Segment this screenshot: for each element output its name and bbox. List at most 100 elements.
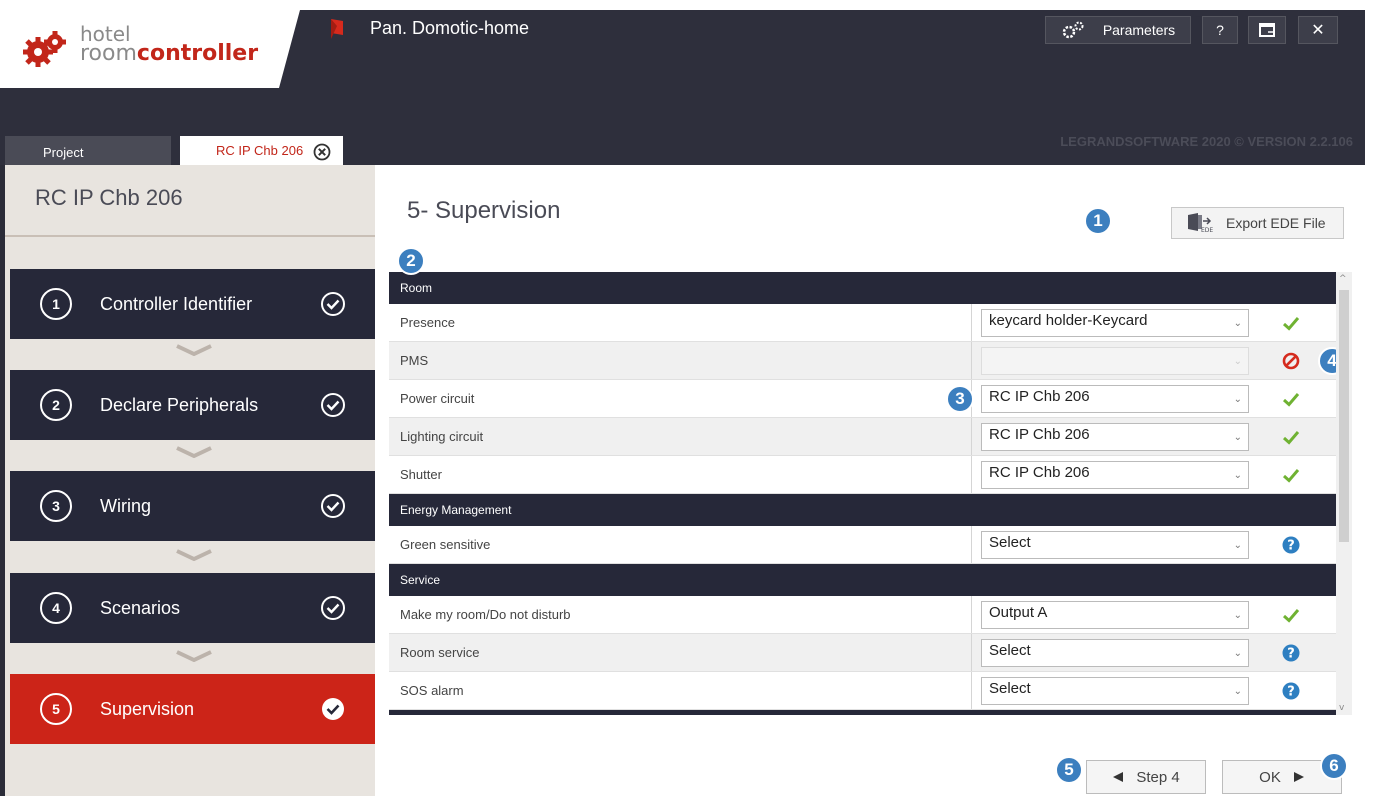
tab-project[interactable]: Project xyxy=(5,136,171,165)
table-row-room-service: Room service Select ⌄ ? xyxy=(389,634,1336,672)
help-label: ? xyxy=(1216,22,1224,38)
export-ede-button[interactable]: EDE Export EDE File xyxy=(1171,207,1344,239)
step-wiring[interactable]: 3 Wiring xyxy=(10,471,378,541)
step-supervision[interactable]: 5 Supervision xyxy=(10,674,378,744)
table-row-power-circuit: Power circuit RC IP Chb 206 ⌄ 3 xyxy=(389,380,1336,418)
chevron-down-icon: ⌄ xyxy=(1233,647,1242,659)
row-label: Green sensitive xyxy=(389,526,972,563)
help-icon[interactable]: ? xyxy=(1281,643,1301,663)
gears-icon xyxy=(1062,21,1084,39)
tab-project-label: Project xyxy=(43,145,84,160)
triangle-left-icon xyxy=(1113,772,1124,782)
tab-rc-ip-chb-206[interactable]: RC IP Chb 206 xyxy=(180,136,343,165)
main-panel: 5- Supervision 1 EDE Export EDE File 2 R… xyxy=(375,165,1365,796)
step-label: Controller Identifier xyxy=(100,293,253,314)
check-circle-icon xyxy=(321,596,345,620)
table-row-presence: Presence keycard holder-Keycard ⌄ xyxy=(389,304,1336,342)
row-label: PMS xyxy=(389,342,972,379)
select-value: RC IP Chb 206 xyxy=(989,387,1090,405)
sos-alarm-select[interactable]: Select ⌄ xyxy=(981,676,1249,705)
scroll-up-icon[interactable]: ^ xyxy=(1339,274,1347,284)
table-scrollbar[interactable]: ^ v xyxy=(1336,272,1352,715)
steps-sidebar: RC IP Chb 206 1 Controller Identifier 2 … xyxy=(5,165,378,796)
check-circle-icon xyxy=(321,393,345,417)
row-label: Power circuit xyxy=(389,380,972,417)
scroll-thumb[interactable] xyxy=(1339,290,1349,542)
room-service-select[interactable]: Select ⌄ xyxy=(981,638,1249,667)
window-edge xyxy=(1365,0,1375,796)
help-icon[interactable]: ? xyxy=(1281,535,1301,555)
step-scenarios[interactable]: 4 Scenarios xyxy=(10,573,378,643)
select-value: RC IP Chb 206 xyxy=(989,425,1090,443)
row-label: Shutter xyxy=(389,456,972,493)
select-value: keycard holder-Keycard xyxy=(989,311,1148,329)
close-icon: ✕ xyxy=(1311,22,1325,39)
window-icon xyxy=(1259,23,1275,37)
tab-active-label: RC IP Chb 206 xyxy=(216,143,304,158)
svg-text:?: ? xyxy=(1287,646,1295,661)
green-sensitive-select[interactable]: Select ⌄ xyxy=(981,530,1249,559)
header-strip xyxy=(0,0,1375,10)
step-label: Wiring xyxy=(100,495,152,516)
parameters-label: Parameters xyxy=(1102,22,1176,38)
triangle-right-icon xyxy=(1293,772,1304,782)
chevron-down-icon xyxy=(176,344,212,356)
help-icon[interactable]: ? xyxy=(1281,681,1301,701)
step-controller-identifier[interactable]: 1 Controller Identifier xyxy=(10,269,378,339)
help-button[interactable]: ? xyxy=(1202,16,1238,44)
chevron-down-icon: ⌄ xyxy=(1233,317,1242,329)
app-flag-icon xyxy=(331,19,343,39)
green-check-icon xyxy=(1282,316,1300,331)
forbidden-icon xyxy=(1282,352,1300,369)
step-label: Scenarios xyxy=(100,597,181,618)
page-title: 5- Supervision xyxy=(407,197,561,224)
select-value: Select xyxy=(989,679,1031,697)
power-circuit-select[interactable]: RC IP Chb 206 ⌄ xyxy=(981,384,1249,413)
chevron-down-icon: ⌄ xyxy=(1233,469,1242,481)
callout-badge-4: 4 xyxy=(1318,347,1336,375)
shutter-select[interactable]: RC IP Chb 206 ⌄ xyxy=(981,460,1249,489)
chevron-down-icon: ⌄ xyxy=(1233,539,1242,551)
previous-step-button[interactable]: Step 4 xyxy=(1086,760,1206,794)
presence-select[interactable]: keycard holder-Keycard ⌄ xyxy=(981,308,1249,337)
chevron-down-icon: ⌄ xyxy=(1233,393,1242,405)
callout-badge-6: 6 xyxy=(1320,752,1348,780)
step-label: Supervision xyxy=(100,698,195,719)
svg-text:?: ? xyxy=(1287,684,1295,699)
chevron-down-icon: ⌄ xyxy=(1233,609,1242,621)
section-header-energy-management: Energy Management xyxy=(389,494,1336,526)
export-label: Export EDE File xyxy=(1226,215,1326,231)
supervision-table: Room Presence keycard holder-Keycard ⌄ PM… xyxy=(389,272,1336,715)
chevron-down-icon xyxy=(176,650,212,662)
callout-badge-5: 5 xyxy=(1055,756,1083,784)
green-check-icon xyxy=(1282,430,1300,445)
lighting-circuit-select[interactable]: RC IP Chb 206 ⌄ xyxy=(981,422,1249,451)
green-check-icon xyxy=(1282,608,1300,623)
select-value: Select xyxy=(989,533,1031,551)
make-my-room-select[interactable]: Output A ⌄ xyxy=(981,600,1249,629)
version-text: LEGRANDSOFTWARE 2020 © VERSION 2.2.106 xyxy=(1060,134,1353,149)
step-number: 1 xyxy=(40,288,72,320)
ok-label: OK xyxy=(1259,768,1281,786)
close-tab-icon[interactable] xyxy=(313,143,331,161)
table-row-lighting-circuit: Lighting circuit RC IP Chb 206 ⌄ xyxy=(389,418,1336,456)
select-value: Output A xyxy=(989,603,1048,621)
section-header-room: Room xyxy=(389,272,1336,304)
restore-window-button[interactable] xyxy=(1248,16,1286,44)
parameters-button[interactable]: Parameters xyxy=(1045,16,1191,44)
check-circle-icon xyxy=(322,698,344,720)
table-row-make-my-room: Make my room/Do not disturb Output A ⌄ xyxy=(389,596,1336,634)
step-number: 2 xyxy=(40,389,72,421)
step-declare-peripherals[interactable]: 2 Declare Peripherals xyxy=(10,370,378,440)
chevron-down-icon xyxy=(176,446,212,458)
step-label: Declare Peripherals xyxy=(100,394,259,415)
green-check-icon xyxy=(1282,468,1300,483)
scroll-down-icon[interactable]: v xyxy=(1339,703,1344,713)
chevron-down-icon xyxy=(176,549,212,561)
close-app-button[interactable]: ✕ xyxy=(1298,16,1338,44)
logo: hotel roomcontroller xyxy=(0,10,300,88)
app-header: hotel roomcontroller Pan. Domotic-home P… xyxy=(0,0,1375,165)
green-check-icon xyxy=(1282,392,1300,407)
select-value: RC IP Chb 206 xyxy=(989,463,1090,481)
step-number: 4 xyxy=(40,592,72,624)
